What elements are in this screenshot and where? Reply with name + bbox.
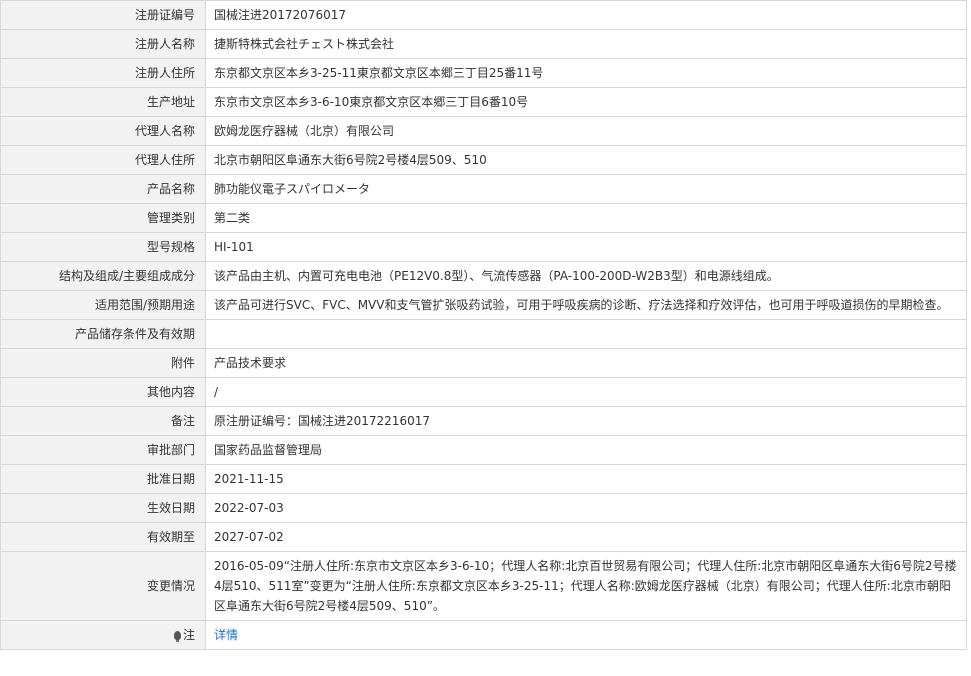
label-storage-validity: 产品储存条件及有效期	[0, 319, 206, 349]
value-agent-address: 北京市朝阳区阜通东大街6号院2号楼4层509、510	[205, 145, 967, 175]
row-attachment: 附件 产品技术要求	[0, 348, 967, 378]
detail-link[interactable]: 详情	[214, 628, 238, 642]
label-attachment: 附件	[0, 348, 206, 378]
label-expiry-date: 有效期至	[0, 522, 206, 552]
label-agent-name: 代理人名称	[0, 116, 206, 146]
label-structure-composition: 结构及组成/主要组成成分	[0, 261, 206, 291]
label-management-category: 管理类别	[0, 203, 206, 233]
value-approval-department: 国家药品监督管理局	[205, 435, 967, 465]
note-label: 注	[182, 628, 195, 642]
value-attachment: 产品技术要求	[205, 348, 967, 378]
row-structure-composition: 结构及组成/主要组成成分 该产品由主机、内置可充电电池（PE12V0.8型）、气…	[0, 261, 967, 291]
label-change-history: 变更情况	[0, 551, 206, 621]
label-intended-use: 适用范围/预期用途	[0, 290, 206, 320]
value-agent-name: 欧姆龙医疗器械（北京）有限公司	[205, 116, 967, 146]
label-registration-number: 注册证编号	[0, 0, 206, 30]
row-change-history: 变更情况 2016-05-09“注册人住所:东京市文京区本乡3-6-10；代理人…	[0, 551, 967, 621]
label-registrant-name: 注册人名称	[0, 29, 206, 59]
value-approval-date: 2021-11-15	[205, 464, 967, 494]
row-approval-date: 批准日期 2021-11-15	[0, 464, 967, 494]
row-product-name: 产品名称 肺功能仪電子スパイロメータ	[0, 174, 967, 204]
row-intended-use: 适用范围/预期用途 该产品可进行SVC、FVC、MVV和支气管扩张吸药试验，可用…	[0, 290, 967, 320]
label-registrant-address: 注册人住所	[0, 58, 206, 88]
value-registrant-address: 东京都文京区本乡3-25-11東京都文京区本郷三丁目25番11号	[205, 58, 967, 88]
row-agent-address: 代理人住所 北京市朝阳区阜通东大街6号院2号楼4层509、510	[0, 145, 967, 175]
label-approval-date: 批准日期	[0, 464, 206, 494]
value-registration-number: 国械注进20172076017	[205, 0, 967, 30]
value-other-content: /	[205, 377, 967, 407]
value-effective-date: 2022-07-03	[205, 493, 967, 523]
registration-info-table: 注册证编号 国械注进20172076017 注册人名称 捷斯特株式会社チェスト株…	[0, 0, 967, 650]
label-production-address: 生产地址	[0, 87, 206, 117]
value-storage-validity	[205, 319, 967, 349]
row-expiry-date: 有效期至 2027-07-02	[0, 522, 967, 552]
value-remarks: 原注册证编号：国械注进20172216017	[205, 406, 967, 436]
label-agent-address: 代理人住所	[0, 145, 206, 175]
value-registrant-name: 捷斯特株式会社チェスト株式会社	[205, 29, 967, 59]
value-model-spec: HI-101	[205, 232, 967, 262]
row-registrant-address: 注册人住所 东京都文京区本乡3-25-11東京都文京区本郷三丁目25番11号	[0, 58, 967, 88]
row-registration-number: 注册证编号 国械注进20172076017	[0, 0, 967, 30]
row-note: 注 详情	[0, 620, 967, 650]
row-effective-date: 生效日期 2022-07-03	[0, 493, 967, 523]
value-production-address: 东京市文京区本乡3-6-10東京都文京区本郷三丁目6番10号	[205, 87, 967, 117]
label-effective-date: 生效日期	[0, 493, 206, 523]
row-remarks: 备注 原注册证编号：国械注进20172216017	[0, 406, 967, 436]
row-model-spec: 型号规格 HI-101	[0, 232, 967, 262]
value-change-history: 2016-05-09“注册人住所:东京市文京区本乡3-6-10；代理人名称:北京…	[205, 551, 967, 621]
label-other-content: 其他内容	[0, 377, 206, 407]
value-intended-use: 该产品可进行SVC、FVC、MVV和支气管扩张吸药试验，可用于呼吸疾病的诊断、疗…	[205, 290, 967, 320]
value-structure-composition: 该产品由主机、内置可充电电池（PE12V0.8型）、气流传感器（PA-100-2…	[205, 261, 967, 291]
value-product-name: 肺功能仪電子スパイロメータ	[205, 174, 967, 204]
lightbulb-icon	[173, 631, 181, 642]
row-storage-validity: 产品储存条件及有效期	[0, 319, 967, 349]
row-registrant-name: 注册人名称 捷斯特株式会社チェスト株式会社	[0, 29, 967, 59]
value-expiry-date: 2027-07-02	[205, 522, 967, 552]
label-note: 注	[0, 620, 206, 650]
row-management-category: 管理类别 第二类	[0, 203, 967, 233]
row-agent-name: 代理人名称 欧姆龙医疗器械（北京）有限公司	[0, 116, 967, 146]
label-model-spec: 型号规格	[0, 232, 206, 262]
row-approval-department: 审批部门 国家药品监督管理局	[0, 435, 967, 465]
value-note: 详情	[205, 620, 967, 650]
label-approval-department: 审批部门	[0, 435, 206, 465]
value-management-category: 第二类	[205, 203, 967, 233]
label-remarks: 备注	[0, 406, 206, 436]
label-product-name: 产品名称	[0, 174, 206, 204]
row-other-content: 其他内容 /	[0, 377, 967, 407]
row-production-address: 生产地址 东京市文京区本乡3-6-10東京都文京区本郷三丁目6番10号	[0, 87, 967, 117]
